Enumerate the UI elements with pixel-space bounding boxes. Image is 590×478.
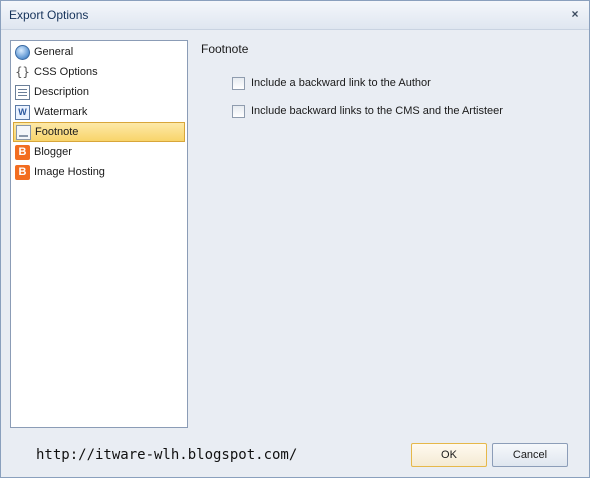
sidebar-item-label: CSS Options xyxy=(34,66,98,78)
globe-icon xyxy=(15,45,30,60)
options-sidebar: General {} CSS Options Description W Wat… xyxy=(10,40,188,428)
export-options-dialog: Export Options × General {} CSS Options … xyxy=(0,0,590,478)
css-braces-icon: {} xyxy=(15,65,30,79)
sidebar-item-footnote[interactable]: Footnote xyxy=(13,122,185,142)
sidebar-item-description[interactable]: Description xyxy=(13,83,185,102)
document-icon xyxy=(15,85,30,100)
cancel-button[interactable]: Cancel xyxy=(492,443,568,467)
option-label: Include backward links to the CMS and th… xyxy=(251,105,503,117)
window-title: Export Options xyxy=(9,8,89,22)
author-link-checkbox[interactable] xyxy=(232,77,245,90)
blogger-icon: B xyxy=(15,165,30,180)
sidebar-item-watermark[interactable]: W Watermark xyxy=(13,103,185,122)
watermark-url-text: http://itware-wlh.blogspot.com/ xyxy=(36,447,298,463)
section-title: Footnote xyxy=(201,42,249,56)
sidebar-item-label: General xyxy=(34,46,74,58)
ok-button[interactable]: OK xyxy=(411,443,487,467)
sidebar-item-general[interactable]: General xyxy=(13,43,185,62)
sidebar-item-label: Image Hosting xyxy=(34,166,105,178)
sidebar-item-image-hosting[interactable]: B Image Hosting xyxy=(13,163,185,182)
sidebar-item-blogger[interactable]: B Blogger xyxy=(13,143,185,162)
cms-links-checkbox[interactable] xyxy=(232,105,245,118)
title-bar: Export Options × xyxy=(1,1,589,30)
watermark-icon: W xyxy=(15,105,30,120)
footnote-icon xyxy=(16,125,31,140)
sidebar-item-css-options[interactable]: {} CSS Options xyxy=(13,63,185,82)
sidebar-item-label: Watermark xyxy=(34,106,88,118)
sidebar-item-label: Blogger xyxy=(34,146,72,158)
sidebar-item-label: Footnote xyxy=(35,126,79,138)
blogger-icon: B xyxy=(15,145,30,160)
sidebar-item-label: Description xyxy=(34,86,90,98)
close-icon[interactable]: × xyxy=(567,6,583,22)
option-label: Include a backward link to the Author xyxy=(251,77,431,89)
